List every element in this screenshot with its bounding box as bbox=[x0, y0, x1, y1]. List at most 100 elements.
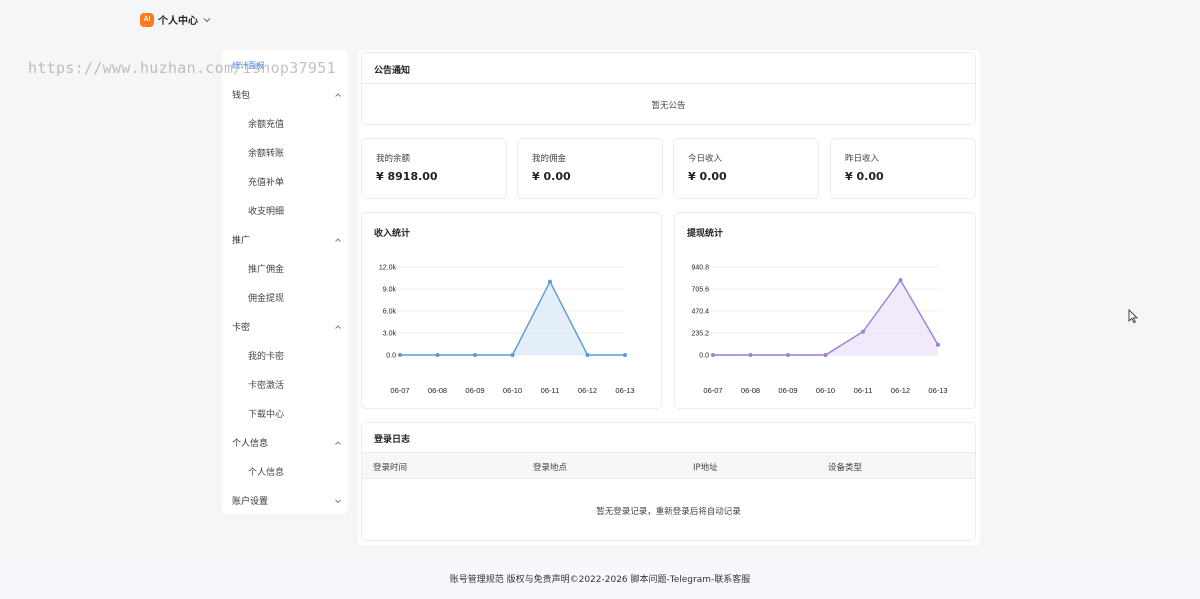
notice-title: 公告通知 bbox=[374, 66, 411, 76]
chevron-up-icon bbox=[335, 92, 341, 97]
data-point bbox=[861, 329, 865, 334]
chevron-up-icon bbox=[335, 324, 341, 329]
series-line bbox=[400, 280, 625, 356]
sidebar-group-label: 个人信息 bbox=[232, 439, 269, 449]
x-tick-label: 06-11 bbox=[541, 386, 560, 395]
stat-value: ¥ 0.00 bbox=[688, 170, 727, 183]
stat-label: 昨日收入 bbox=[845, 154, 880, 164]
y-tick-label: 235.2 bbox=[691, 331, 709, 338]
x-tick-label: 06-12 bbox=[891, 386, 910, 395]
sidebar: 统计面板 钱包 余额充值 余额转账 充值补单 收支明细 推广 推广佣金 佣金提现… bbox=[222, 50, 348, 514]
column-header-login-time: 登录时间 bbox=[373, 463, 408, 473]
footer-text[interactable]: 账号管理规范 版权与免责声明©2022-2026 脚本问题-Telegram-联… bbox=[450, 575, 751, 585]
x-tick-label: 06-09 bbox=[778, 386, 797, 395]
x-tick-label: 06-13 bbox=[615, 386, 634, 395]
stat-label: 今日收入 bbox=[688, 154, 723, 164]
app-header: AI 个人中心 bbox=[140, 12, 212, 27]
x-tick-label: 06-08 bbox=[428, 386, 447, 395]
sidebar-item-downloads[interactable]: 下载中心 bbox=[248, 407, 284, 420]
column-header-location: 登录地点 bbox=[533, 463, 568, 473]
sidebar-item-activate-card[interactable]: 卡密激活 bbox=[248, 378, 284, 391]
sidebar-group-label: 账户设置 bbox=[232, 497, 269, 507]
sidebar-item-withdraw[interactable]: 佣金提现 bbox=[248, 291, 284, 304]
login-log-title: 登录日志 bbox=[374, 435, 411, 445]
y-tick-label: 3.0k bbox=[383, 331, 397, 338]
sidebar-item-my-cards[interactable]: 我的卡密 bbox=[248, 349, 284, 362]
footer: 账号管理规范 版权与免责声明©2022-2026 脚本问题-Telegram-联… bbox=[0, 562, 1200, 599]
x-tick-label: 06-10 bbox=[816, 386, 835, 395]
data-point bbox=[898, 278, 903, 283]
sidebar-item-ledger[interactable]: 收支明细 bbox=[248, 204, 284, 217]
notice-empty-text: 暂无公告 bbox=[651, 101, 686, 111]
x-tick-label: 06-13 bbox=[928, 386, 947, 395]
data-point bbox=[823, 353, 828, 357]
sidebar-group-cards[interactable]: 卡密 bbox=[232, 320, 342, 333]
data-point bbox=[711, 353, 715, 357]
app-logo: AI bbox=[140, 12, 154, 27]
sidebar-item-profile[interactable]: 个人信息 bbox=[248, 465, 284, 478]
x-tick-label: 06-07 bbox=[390, 386, 409, 395]
y-tick-label: 12.0k bbox=[379, 265, 397, 272]
x-tick-label: 06-08 bbox=[741, 386, 760, 395]
sidebar-group-label: 卡密 bbox=[232, 323, 251, 333]
y-tick-label: 6.0k bbox=[383, 309, 397, 316]
login-log-table-header: 登录时间 登录地点 IP地址 设备类型 bbox=[362, 452, 975, 479]
x-tick-label: 06-07 bbox=[703, 386, 722, 395]
sidebar-group-wallet[interactable]: 钱包 bbox=[232, 88, 342, 101]
stat-value: ¥ 0.00 bbox=[845, 170, 884, 183]
sidebar-item-reorder[interactable]: 充值补单 bbox=[248, 175, 284, 188]
stat-value: ¥ 8918.00 bbox=[376, 170, 438, 183]
divider bbox=[362, 83, 975, 84]
data-point bbox=[548, 279, 552, 284]
login-log-empty-text: 暂无登录记录，重新登录后将自动记录 bbox=[596, 507, 741, 517]
x-tick-label: 06-12 bbox=[578, 386, 597, 395]
sidebar-group-account-settings[interactable]: 账户设置 bbox=[232, 494, 342, 507]
x-tick-label: 06-11 bbox=[854, 386, 873, 395]
chevron-down-icon bbox=[335, 499, 341, 503]
chevron-down-icon[interactable] bbox=[202, 15, 212, 25]
login-log-card: 登录日志 登录时间 登录地点 IP地址 设备类型 暂无登录记录，重新登录后将自动… bbox=[361, 422, 976, 541]
series-area bbox=[400, 281, 625, 355]
data-point bbox=[585, 353, 590, 357]
chevron-up-icon bbox=[335, 440, 341, 445]
data-point bbox=[473, 353, 477, 357]
page-title[interactable]: 个人中心 bbox=[158, 12, 198, 27]
y-tick-label: 705.6 bbox=[691, 287, 709, 294]
column-header-device: 设备类型 bbox=[828, 463, 863, 473]
series-area bbox=[713, 280, 938, 355]
sidebar-group-profile[interactable]: 个人信息 bbox=[232, 436, 342, 449]
withdraw-chart-card: 提现统计 0.0 235.2 470.4 705.6 940.8 06-07 06-08 06… bbox=[674, 212, 976, 409]
stat-label: 我的余额 bbox=[376, 154, 411, 164]
data-point bbox=[623, 353, 627, 357]
income-chart-card: 收入统计 0.0 3.0k 6.0k 9.0k 12.0k 06-07 06-08 06-09… bbox=[361, 212, 662, 409]
y-tick-label: 940.8 bbox=[691, 265, 709, 272]
withdraw-chart: 0.0 235.2 470.4 705.6 940.8 06-07 06-08 06-09 06… bbox=[691, 265, 947, 396]
watermark: https://www.huzhan.com/ishop37951 bbox=[28, 59, 336, 77]
stat-card-today-income: 今日收入 ¥ 0.00 bbox=[673, 138, 819, 199]
x-tick-label: 06-10 bbox=[503, 386, 522, 395]
main-content: 公告通知 暂无公告 我的余额 ¥ 8918.00 我的佣金 ¥ 0.00 今日收… bbox=[358, 50, 980, 545]
data-point bbox=[435, 353, 440, 357]
data-point bbox=[748, 353, 753, 357]
data-point bbox=[398, 353, 402, 357]
data-point bbox=[936, 342, 940, 347]
sidebar-item-transfer[interactable]: 余额转账 bbox=[248, 146, 284, 159]
y-tick-label: 470.4 bbox=[691, 309, 709, 316]
chevron-up-icon bbox=[335, 237, 341, 242]
data-point bbox=[510, 353, 515, 357]
y-tick-label: 0.0 bbox=[386, 353, 396, 360]
stat-card-balance: 我的余额 ¥ 8918.00 bbox=[361, 138, 507, 199]
x-tick-label: 06-09 bbox=[465, 386, 484, 395]
mouse-cursor-icon bbox=[1128, 309, 1138, 324]
sidebar-group-promotion[interactable]: 推广 bbox=[232, 233, 342, 246]
stat-card-yesterday-income: 昨日收入 ¥ 0.00 bbox=[830, 138, 976, 199]
sidebar-item-recharge[interactable]: 余额充值 bbox=[248, 117, 284, 130]
sidebar-group-label: 钱包 bbox=[232, 91, 251, 101]
y-tick-label: 0.0 bbox=[699, 353, 709, 360]
income-chart: 0.0 3.0k 6.0k 9.0k 12.0k 06-07 06-08 06-09 06-10… bbox=[379, 265, 635, 396]
stat-value: ¥ 0.00 bbox=[532, 170, 571, 183]
notice-card: 公告通知 暂无公告 bbox=[361, 52, 976, 125]
sidebar-item-commission[interactable]: 推广佣金 bbox=[248, 262, 284, 275]
stat-label: 我的佣金 bbox=[532, 154, 567, 164]
sidebar-group-label: 推广 bbox=[232, 236, 251, 246]
